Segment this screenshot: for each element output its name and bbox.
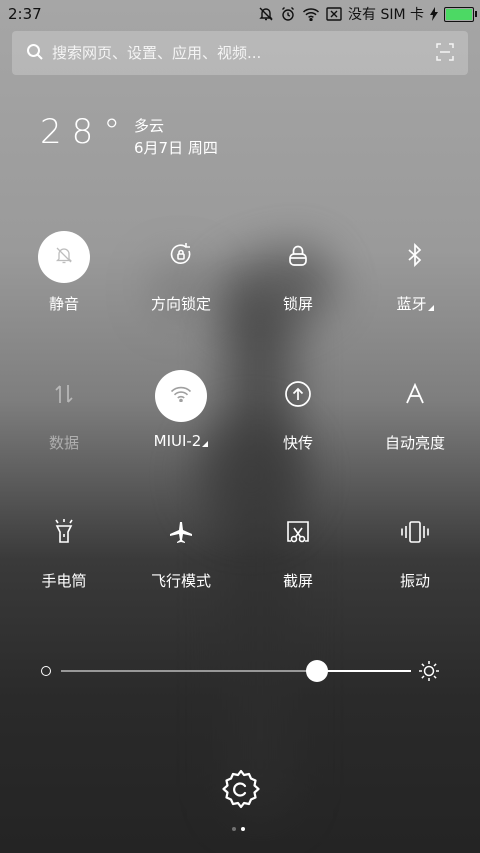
weather-condition: 多云 (134, 117, 165, 135)
battery-icon (444, 6, 477, 22)
auto-brightness-icon (404, 382, 426, 409)
toggle-airplane[interactable]: 飞行模式 (126, 508, 236, 598)
toggle-label: MIUI-2 (126, 432, 236, 450)
toggle-label: 锁屏 (282, 295, 313, 313)
scan-icon[interactable] (436, 43, 454, 65)
submenu-caret-icon (427, 305, 434, 311)
screenshot-icon (285, 519, 311, 549)
toggle-lock-screen[interactable]: 锁屏 (243, 231, 353, 321)
toggle-label: 手电筒 (41, 572, 87, 590)
brightness-thumb[interactable] (305, 660, 328, 682)
brightness-track-right (316, 670, 411, 672)
wifi-icon (170, 386, 192, 406)
toggle-mute[interactable]: 静音 (9, 231, 119, 321)
status-icons: 没有 SIM 卡 (258, 4, 477, 24)
brightness-track-left (61, 670, 317, 672)
share-icon (284, 380, 312, 412)
page-dot-active (241, 827, 245, 831)
toggle-label: 静音 (48, 295, 79, 313)
toggle-label: 截屏 (282, 572, 313, 590)
toggle-label: 数据 (48, 434, 79, 452)
bell-off-icon (258, 6, 274, 22)
toggle-label: 飞行模式 (150, 572, 211, 590)
toggle-circle (155, 370, 207, 422)
toggle-circle (272, 508, 324, 560)
weather-temperature: 28° (40, 112, 131, 152)
toggle-vibrate[interactable]: 振动 (360, 508, 470, 598)
toggle-label-text: 蓝牙 (396, 295, 427, 313)
toggle-bluetooth[interactable]: 蓝牙 (360, 231, 470, 321)
toggle-flashlight[interactable]: 手电筒 (9, 508, 119, 598)
toggle-circle (38, 231, 90, 283)
search-input[interactable] (52, 31, 412, 75)
toggle-circle (38, 508, 90, 560)
carrier-text: 没有 SIM 卡 (348, 7, 424, 23)
search-icon (26, 43, 44, 65)
toggle-circle (389, 231, 441, 283)
gear-icon (220, 769, 262, 815)
alarm-icon (280, 6, 296, 22)
toggle-rotation-lock[interactable]: 方向锁定 (126, 231, 236, 321)
submenu-caret-icon (202, 441, 209, 447)
toggle-label-text: MIUI-2 (153, 432, 202, 450)
charging-icon (430, 7, 438, 21)
toggle-label: 自动亮度 (384, 434, 445, 452)
wifi-icon (302, 7, 320, 21)
toggle-circle (155, 231, 207, 283)
page-indicator (232, 827, 245, 831)
weather-date: 6月7日 周四 (134, 139, 218, 157)
flashlight-icon (52, 518, 76, 550)
toggle-circle (389, 370, 441, 422)
lock-icon (287, 243, 309, 271)
toggle-label: 快传 (282, 434, 313, 452)
toggle-circle (272, 231, 324, 283)
toggle-auto-brightness[interactable]: 自动亮度 (360, 370, 470, 460)
brightness-track[interactable] (61, 660, 411, 682)
rotation-lock-icon (168, 242, 194, 272)
data-icon (54, 383, 74, 409)
toggle-share[interactable]: 快传 (243, 370, 353, 460)
toggle-label: 振动 (399, 572, 430, 590)
search-bar[interactable] (12, 31, 468, 75)
status-time: 2:37 (8, 5, 42, 23)
brightness-slider[interactable] (40, 658, 440, 684)
bluetooth-icon (406, 242, 424, 271)
toggle-data[interactable]: 数据 (9, 370, 119, 460)
page-dot (232, 827, 236, 831)
brightness-low-icon (41, 666, 51, 676)
toggle-label: 蓝牙 (360, 293, 470, 314)
toggle-label: 方向锁定 (150, 295, 211, 313)
settings-button[interactable] (220, 769, 262, 811)
vibrate-icon (399, 520, 431, 548)
toggle-circle (155, 508, 207, 560)
toggle-wifi[interactable]: MIUI-2 (126, 370, 236, 460)
status-bar: 2:37 没有 SIM 卡 (0, 0, 480, 28)
battery-fill (446, 8, 472, 20)
toggle-screenshot[interactable]: 截屏 (243, 508, 353, 598)
nfc-icon (326, 7, 342, 21)
toggle-circle (389, 508, 441, 560)
bell-off-icon (54, 245, 74, 269)
toggle-circle (272, 370, 324, 422)
brightness-high-icon (418, 660, 440, 686)
airplane-icon (169, 520, 193, 548)
toggle-circle (38, 370, 90, 422)
